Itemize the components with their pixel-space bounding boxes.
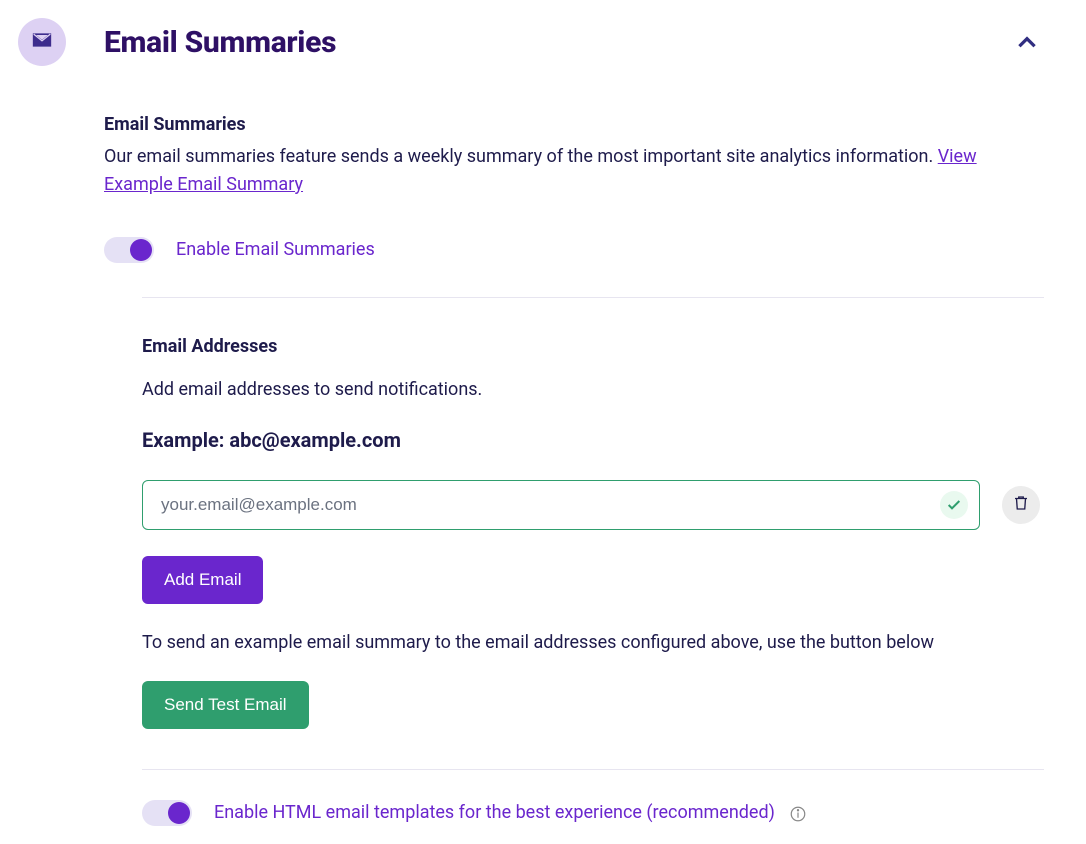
intro-heading: Email Summaries	[104, 114, 1044, 135]
toggle-knob	[168, 802, 190, 824]
trash-icon	[1012, 494, 1030, 516]
collapse-toggle[interactable]	[1014, 30, 1040, 60]
info-icon[interactable]	[789, 805, 807, 823]
divider	[142, 297, 1044, 298]
email-address-input[interactable]	[142, 480, 980, 530]
envelope-icon-circle	[18, 18, 66, 66]
enable-html-label-text: Enable HTML email templates for the best…	[214, 802, 775, 823]
enable-html-label: Enable HTML email templates for the best…	[214, 802, 807, 823]
toggle-knob	[130, 239, 152, 261]
enable-summaries-label: Enable Email Summaries	[176, 239, 375, 260]
enable-html-toggle[interactable]	[142, 800, 192, 826]
send-test-email-button[interactable]: Send Test Email	[142, 681, 309, 729]
chevron-up-icon	[1014, 41, 1040, 60]
addresses-description: Add email addresses to send notification…	[142, 379, 1044, 400]
test-email-description: To send an example email summary to the …	[142, 632, 1044, 653]
addresses-heading: Email Addresses	[142, 336, 1044, 357]
envelope-icon	[32, 30, 52, 54]
add-email-button[interactable]: Add Email	[142, 556, 263, 604]
enable-summaries-toggle[interactable]	[104, 237, 154, 263]
divider	[142, 769, 1044, 770]
page-title: Email Summaries	[104, 25, 336, 60]
valid-check-icon	[940, 491, 968, 519]
addresses-example: Example: abc@example.com	[142, 428, 1044, 452]
delete-email-button[interactable]	[1002, 486, 1040, 524]
intro-description-text: Our email summaries feature sends a week…	[104, 146, 933, 167]
intro-description: Our email summaries feature sends a week…	[104, 143, 1044, 199]
